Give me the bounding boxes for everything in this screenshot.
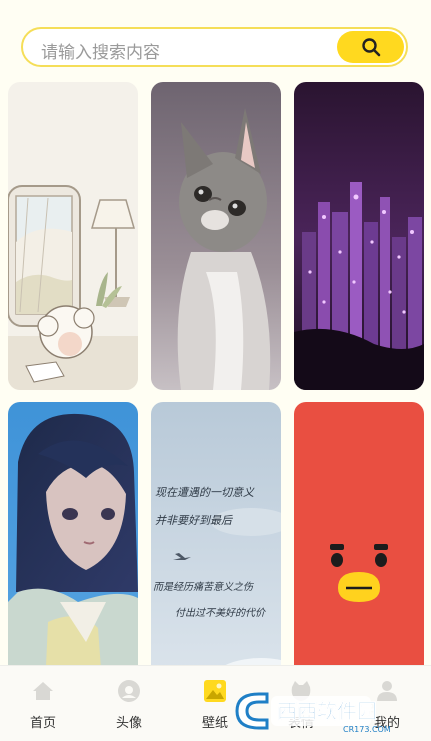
cartoon-girl-image <box>8 82 138 390</box>
watermark-logo: 西西软件园 CR173.COM <box>235 692 391 734</box>
tab-avatar[interactable]: 头像 <box>86 666 172 741</box>
kitten-image <box>151 82 281 390</box>
wallpaper-card-anime-girl[interactable] <box>8 402 138 710</box>
sky-text-line-4: 付出过不美好的代价 <box>175 607 266 619</box>
site-watermark: 西西软件园 CR173.COM <box>233 688 413 734</box>
avatar-icon <box>118 680 140 702</box>
image-icon <box>204 680 226 702</box>
city-night-image <box>294 82 424 390</box>
search-button[interactable] <box>337 31 404 63</box>
sky-text-line-2: 并非要好到最后 <box>155 514 234 527</box>
search-bar[interactable]: 请输入搜索内容 <box>21 27 408 67</box>
anime-girl-image <box>8 402 138 710</box>
sky-text-line-1: 现在遭遇的一切意义 <box>155 486 255 499</box>
watermark-title: 西西软件园 <box>277 699 377 723</box>
tab-avatar-label: 头像 <box>115 716 142 731</box>
wallpaper-card-kitten[interactable] <box>151 82 281 390</box>
red-cartoon-face-image <box>294 402 424 710</box>
search-icon <box>362 38 381 57</box>
sky-text-line-3: 而是经历痛苦意义之伤 <box>153 581 255 593</box>
search-input[interactable]: 请输入搜索内容 <box>41 38 160 63</box>
wallpaper-card-city-night[interactable] <box>294 82 424 390</box>
wallpaper-card-red-character[interactable] <box>294 402 424 710</box>
watermark-url: CR173.COM <box>343 725 391 734</box>
sky-text-image: 现在遭遇的一切意义 并非要好到最后 而是经历痛苦意义之伤 付出过不美好的代价 <box>151 402 281 710</box>
tab-home[interactable]: 首页 <box>0 666 86 741</box>
home-icon <box>33 682 53 700</box>
wallpaper-card-sky-text[interactable]: 现在遭遇的一切意义 并非要好到最后 而是经历痛苦意义之伤 付出过不美好的代价 <box>151 402 281 710</box>
wallpaper-card-illustration[interactable] <box>8 82 138 390</box>
tab-home-label: 首页 <box>29 716 56 731</box>
